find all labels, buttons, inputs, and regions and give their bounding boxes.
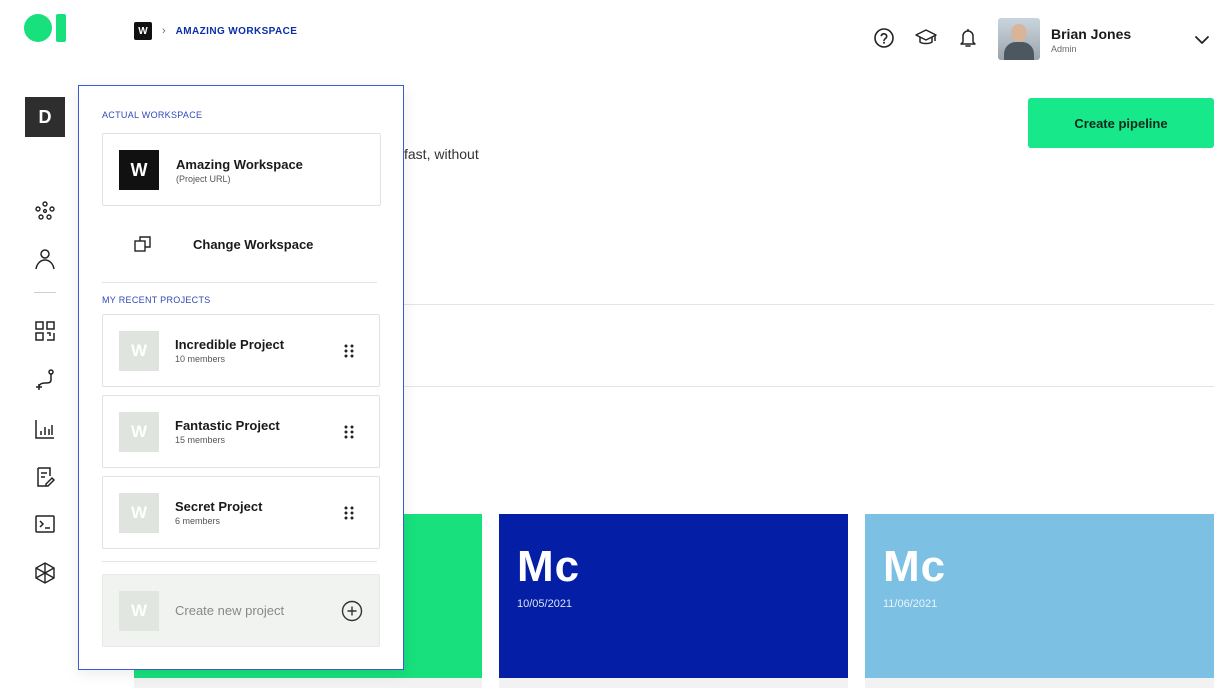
user-name: Brian Jones (1051, 26, 1132, 42)
card-footer (499, 678, 848, 688)
workspace-url: (Project URL) (176, 174, 231, 184)
project-name: Fantastic Project (175, 418, 280, 433)
recent-project-item[interactable]: W Incredible Project 10 members (102, 314, 380, 387)
qr-grid-icon[interactable] (32, 318, 58, 344)
description-text: fast, without (404, 146, 479, 162)
chevron-down-icon[interactable] (1192, 30, 1212, 50)
actual-workspace-label: ACTUAL WORKSPACE (102, 110, 203, 120)
dropdown-divider (102, 561, 377, 562)
project-members: 15 members (175, 435, 226, 445)
user-role: Admin (1051, 44, 1077, 54)
workspace-dropdown: ACTUAL WORKSPACE W Amazing Workspace (Pr… (78, 85, 404, 670)
card-footer (865, 678, 1214, 688)
user-icon[interactable] (32, 246, 58, 272)
graduation-cap-icon[interactable] (914, 26, 938, 50)
card-title: Mc (883, 542, 947, 591)
workspace-badge: W (134, 22, 152, 40)
section-divider (404, 386, 1214, 387)
avatar-body (1004, 42, 1034, 60)
workspace-name: Amazing Workspace (176, 157, 303, 172)
recent-project-item[interactable]: W Fantastic Project 15 members (102, 395, 380, 468)
pipeline-icon[interactable] (32, 367, 58, 393)
project-card[interactable]: Mc 10/05/2021 (499, 514, 848, 678)
switch-copy-icon (133, 234, 153, 254)
breadcrumb-separator: › (162, 25, 166, 37)
project-badge: W (119, 591, 159, 631)
drag-handle-icon[interactable] (343, 343, 355, 359)
network-icon[interactable] (32, 198, 58, 224)
help-circle-icon[interactable] (872, 26, 896, 50)
card-date: 10/05/2021 (517, 598, 573, 610)
breadcrumb-workspace-link[interactable]: AMAZING WORKSPACE (176, 26, 298, 37)
header-actions (872, 26, 980, 50)
bar-chart-icon[interactable] (32, 416, 58, 442)
plus-circle-icon[interactable] (341, 600, 363, 622)
dropdown-divider (102, 282, 377, 283)
card-title: Mc (517, 542, 581, 591)
drag-handle-icon[interactable] (343, 505, 355, 521)
bell-icon[interactable] (956, 26, 980, 50)
logo-bar (56, 14, 66, 42)
recent-project-item[interactable]: W Secret Project 6 members (102, 476, 380, 549)
section-divider (404, 304, 1214, 305)
logo-circle (24, 14, 52, 42)
breadcrumb: W › AMAZING WORKSPACE (134, 22, 297, 40)
rail-divider (34, 292, 56, 293)
project-members: 10 members (175, 354, 226, 364)
project-badge: W (119, 331, 159, 371)
user-menu[interactable]: Brian Jones Admin (1051, 26, 1131, 54)
create-pipeline-button[interactable]: Create pipeline (1028, 98, 1214, 148)
project-members: 6 members (175, 516, 221, 526)
drag-handle-icon[interactable] (343, 424, 355, 440)
change-workspace-label: Change Workspace (193, 237, 314, 252)
change-workspace-button[interactable]: Change Workspace (102, 222, 381, 266)
project-name: Incredible Project (175, 337, 285, 352)
edit-document-icon[interactable] (32, 464, 58, 490)
project-name: Secret Project (175, 499, 263, 514)
create-new-project-label: Create new project (175, 603, 285, 618)
workspace-badge: W (119, 150, 159, 190)
project-badge: W (119, 412, 159, 452)
avatar-head (1011, 24, 1027, 42)
card-date: 11/06/2021 (883, 598, 938, 610)
project-badge: W (119, 493, 159, 533)
rail-workspace-badge[interactable]: D (25, 97, 65, 137)
recent-projects-label: MY RECENT PROJECTS (102, 295, 211, 305)
terminal-icon[interactable] (32, 511, 58, 537)
hexagon-network-icon[interactable] (32, 560, 58, 586)
current-workspace-card[interactable]: W Amazing Workspace (Project URL) (102, 133, 381, 206)
card-footer (134, 678, 482, 688)
avatar[interactable] (998, 18, 1040, 60)
app-logo[interactable] (24, 14, 68, 42)
project-card[interactable]: Mc 11/06/2021 (865, 514, 1214, 678)
create-new-project-button[interactable]: W Create new project (102, 574, 380, 647)
